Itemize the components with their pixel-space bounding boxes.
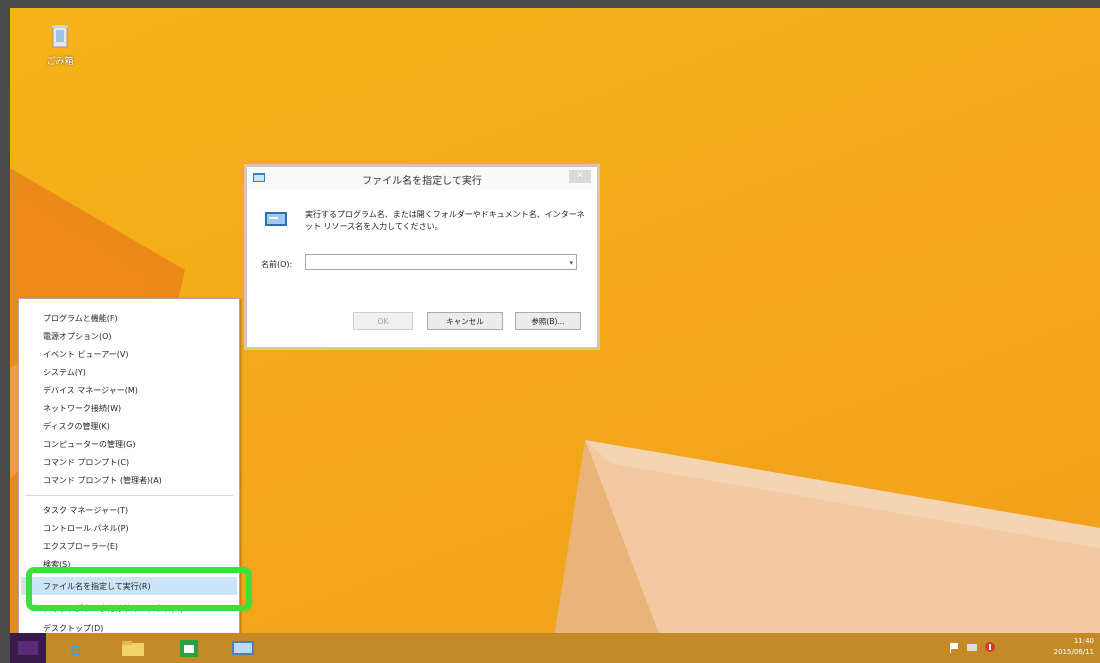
run-dialog: ファイル名を指定して実行 ✕ 実行するプログラム名、または開くフォルダーやドキュ… <box>246 166 598 348</box>
menu-item-file-explorer[interactable]: エクスプローラー(E) <box>43 541 118 552</box>
menu-item-control-panel[interactable]: コントロール パネル(P) <box>43 523 129 534</box>
ok-button[interactable]: OK <box>353 312 413 330</box>
menu-item-computer-management[interactable]: コンピューターの管理(G) <box>43 439 135 450</box>
highlight-annotation-box <box>26 567 252 611</box>
menu-item-network-connections[interactable]: ネットワーク接続(W) <box>43 403 121 414</box>
menu-item-programs-and-features[interactable]: プログラムと機能(F) <box>43 313 118 324</box>
recycle-bin[interactable]: ごみ箱 <box>40 22 80 67</box>
menu-item-task-manager[interactable]: タスク マネージャー(T) <box>43 505 128 516</box>
menu-item-power-options[interactable]: 電源オプション(O) <box>43 331 112 342</box>
cancel-button[interactable]: キャンセル <box>427 312 503 330</box>
run-icon[interactable] <box>228 636 258 660</box>
name-input[interactable]: ▾ <box>305 254 577 270</box>
clock-time: 11:40 <box>1073 637 1094 645</box>
name-label: 名前(O): <box>261 260 293 269</box>
recycle-bin-icon <box>52 25 68 48</box>
start-button[interactable] <box>10 633 46 663</box>
run-dialog-titlebar[interactable]: ファイル名を指定して実行 ✕ <box>247 167 597 189</box>
run-program-icon <box>265 212 287 226</box>
menu-item-event-viewer[interactable]: イベント ビューアー(V) <box>43 349 128 360</box>
menu-item-system[interactable]: システム(Y) <box>43 367 86 378</box>
clock-date: 2015/06/11 <box>1053 648 1094 656</box>
run-dialog-title: ファイル名を指定して実行 <box>362 176 482 187</box>
internet-explorer-icon[interactable]: e <box>62 636 92 660</box>
menu-separator <box>25 495 233 496</box>
volume-icon[interactable] <box>984 641 996 653</box>
store-icon[interactable] <box>174 636 204 660</box>
windows-logo-icon <box>18 641 38 655</box>
menu-item-command-prompt[interactable]: コマンド プロンプト(C) <box>43 457 129 468</box>
menu-item-disk-management[interactable]: ディスクの管理(K) <box>43 421 110 432</box>
run-dialog-description: 実行するプログラム名、または開くフォルダーやドキュメント名、インターネット リソ… <box>305 210 585 231</box>
recycle-bin-label: ごみ箱 <box>46 57 74 67</box>
chevron-down-icon[interactable]: ▾ <box>569 255 573 271</box>
menu-item-device-manager[interactable]: デバイス マネージャー(M) <box>43 385 138 396</box>
browse-button[interactable]: 参照(B)... <box>515 312 581 330</box>
file-explorer-icon[interactable] <box>118 636 148 660</box>
network-icon[interactable] <box>966 641 978 653</box>
flag-icon[interactable] <box>948 641 960 653</box>
close-button[interactable]: ✕ <box>569 170 591 183</box>
svg-text:e: e <box>70 639 81 660</box>
taskbar: e 11:40 2015/06/11 <box>10 633 1100 663</box>
menu-item-command-prompt-admin[interactable]: コマンド プロンプト (管理者)(A) <box>43 475 162 486</box>
clock[interactable]: 11:40 2015/06/11 <box>1034 636 1094 658</box>
